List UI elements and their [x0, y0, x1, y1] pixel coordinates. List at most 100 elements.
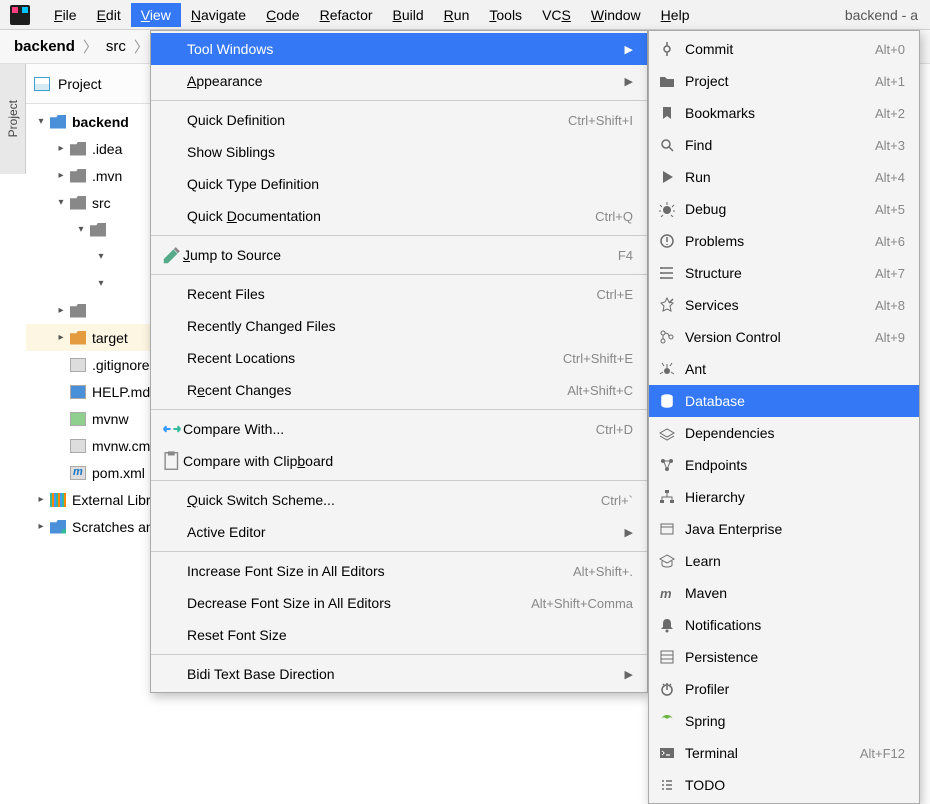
services-icon — [659, 297, 675, 313]
menu-item-active-editor[interactable]: Active Editor▶ — [151, 516, 647, 548]
tool-window-bookmarks[interactable]: BookmarksAlt+2 — [649, 97, 919, 129]
tree-label: target — [92, 330, 128, 346]
shortcut: F4 — [618, 248, 633, 263]
tool-window-learn[interactable]: Learn — [649, 545, 919, 577]
menu-tools[interactable]: Tools — [479, 3, 532, 27]
tree-label: .idea — [92, 141, 122, 157]
tree-arrow-icon[interactable] — [34, 521, 48, 532]
menu-build[interactable]: Build — [383, 3, 434, 27]
edit-icon — [161, 244, 183, 266]
menu-run[interactable]: Run — [434, 3, 480, 27]
tool-window-persistence[interactable]: Persistence — [649, 641, 919, 673]
breadcrumb-seg[interactable]: src — [100, 36, 132, 57]
menu-item-increase-font-size-in-all-editors[interactable]: Increase Font Size in All EditorsAlt+Shi… — [151, 555, 647, 587]
tool-window-spring[interactable]: Spring — [649, 705, 919, 737]
tree-label: .gitignore — [92, 357, 150, 373]
tool-window-find[interactable]: FindAlt+3 — [649, 129, 919, 161]
hierarchy-icon — [659, 489, 675, 505]
tool-window-hierarchy[interactable]: Hierarchy — [649, 481, 919, 513]
folder-icon — [90, 223, 106, 237]
tree-label: backend — [72, 114, 129, 130]
menu-window[interactable]: Window — [581, 3, 651, 27]
menu-item-reset-font-size[interactable]: Reset Font Size — [151, 619, 647, 651]
tool-window-structure[interactable]: StructureAlt+7 — [649, 257, 919, 289]
tool-window-profiler[interactable]: Profiler — [649, 673, 919, 705]
menu-item-jump-to-source[interactable]: Jump to SourceF4 — [151, 239, 647, 271]
tool-window-dependencies[interactable]: Dependencies — [649, 417, 919, 449]
commit-icon — [659, 41, 675, 57]
tool-window-label: Bookmarks — [685, 105, 875, 121]
menu-refactor[interactable]: Refactor — [310, 3, 383, 27]
menu-item-appearance[interactable]: Appearance▶ — [151, 65, 647, 97]
menu-item-recent-locations[interactable]: Recent LocationsCtrl+Shift+E — [151, 342, 647, 374]
menu-item-quick-documentation[interactable]: Quick DocumentationCtrl+Q — [151, 200, 647, 232]
tool-window-ant[interactable]: Ant — [649, 353, 919, 385]
tree-arrow-icon[interactable] — [54, 305, 68, 316]
menu-item-compare-with[interactable]: Compare With...Ctrl+D — [151, 413, 647, 445]
menu-item-label: Quick Documentation — [187, 208, 595, 224]
tool-window-todo[interactable]: TODO — [649, 769, 919, 801]
tool-window-commit[interactable]: CommitAlt+0 — [649, 33, 919, 65]
menu-item-label: Tool Windows — [187, 41, 619, 57]
tree-arrow-icon[interactable] — [94, 278, 108, 289]
tree-arrow-icon[interactable] — [94, 251, 108, 262]
menu-item-compare-with-clipboard[interactable]: Compare with Clipboard — [151, 445, 647, 477]
menu-item-recent-changes[interactable]: Recent ChangesAlt+Shift+C — [151, 374, 647, 406]
folder-icon — [70, 169, 86, 183]
shortcut: Ctrl+Shift+I — [568, 113, 633, 128]
tree-arrow-icon[interactable] — [74, 224, 88, 235]
menu-item-quick-switch-scheme[interactable]: Quick Switch Scheme...Ctrl+` — [151, 484, 647, 516]
tool-window-label: Ant — [685, 361, 905, 377]
tool-window-maven[interactable]: mMaven — [649, 577, 919, 609]
tree-arrow-icon[interactable] — [54, 197, 68, 208]
tree-arrow-icon[interactable] — [54, 170, 68, 181]
menu-item-recent-files[interactable]: Recent FilesCtrl+E — [151, 278, 647, 310]
menu-item-tool-windows[interactable]: Tool Windows▶ — [151, 33, 647, 65]
tree-arrow-icon[interactable] — [34, 116, 48, 127]
menu-item-quick-definition[interactable]: Quick DefinitionCtrl+Shift+I — [151, 104, 647, 136]
structure-icon — [659, 265, 675, 281]
project-icon — [34, 77, 50, 91]
tool-window-endpoints[interactable]: Endpoints — [649, 449, 919, 481]
tool-window-notifications[interactable]: Notifications — [649, 609, 919, 641]
menu-item-decrease-font-size-in-all-editors[interactable]: Decrease Font Size in All EditorsAlt+Shi… — [151, 587, 647, 619]
menu-view[interactable]: View — [131, 3, 181, 27]
tool-window-terminal[interactable]: TerminalAlt+F12 — [649, 737, 919, 769]
shortcut: Alt+Shift+C — [567, 383, 633, 398]
tool-window-java-enterprise[interactable]: Java Enterprise — [649, 513, 919, 545]
terminal-icon — [659, 745, 675, 761]
side-tab-project[interactable]: Project — [0, 64, 26, 174]
menu-file[interactable]: File — [44, 3, 87, 27]
menu-item-quick-type-definition[interactable]: Quick Type Definition — [151, 168, 647, 200]
persist-icon — [659, 649, 675, 665]
shortcut: Alt+8 — [875, 298, 905, 313]
submenu-arrow-icon: ▶ — [625, 668, 633, 681]
shortcut: Alt+5 — [875, 202, 905, 217]
menu-item-label: Recent Changes — [187, 382, 567, 398]
menu-item-bidi-text-base-direction[interactable]: Bidi Text Base Direction▶ — [151, 658, 647, 690]
tree-arrow-icon[interactable] — [54, 332, 68, 343]
tool-window-run[interactable]: RunAlt+4 — [649, 161, 919, 193]
tool-window-version-control[interactable]: Version ControlAlt+9 — [649, 321, 919, 353]
menu-item-show-siblings[interactable]: Show Siblings — [151, 136, 647, 168]
menu-separator — [151, 480, 647, 481]
tool-window-problems[interactable]: ProblemsAlt+6 — [649, 225, 919, 257]
tree-arrow-icon[interactable] — [54, 143, 68, 154]
tool-window-services[interactable]: ServicesAlt+8 — [649, 289, 919, 321]
breadcrumb-seg[interactable]: backend — [8, 36, 81, 57]
menu-edit[interactable]: Edit — [87, 3, 131, 27]
shortcut: Alt+4 — [875, 170, 905, 185]
tool-window-database[interactable]: Database — [649, 385, 919, 417]
menu-vcs[interactable]: VCS — [532, 3, 581, 27]
jee-icon — [659, 521, 675, 537]
menu-item-recently-changed-files[interactable]: Recently Changed Files — [151, 310, 647, 342]
maven-icon: m — [659, 585, 675, 601]
tool-window-debug[interactable]: DebugAlt+5 — [649, 193, 919, 225]
submenu-arrow-icon: ▶ — [625, 75, 633, 88]
menu-help[interactable]: Help — [651, 3, 700, 27]
menu-code[interactable]: Code — [256, 3, 309, 27]
tree-arrow-icon[interactable] — [34, 494, 48, 505]
clip-icon — [161, 450, 183, 472]
tool-window-project[interactable]: ProjectAlt+1 — [649, 65, 919, 97]
menu-navigate[interactable]: Navigate — [181, 3, 256, 27]
